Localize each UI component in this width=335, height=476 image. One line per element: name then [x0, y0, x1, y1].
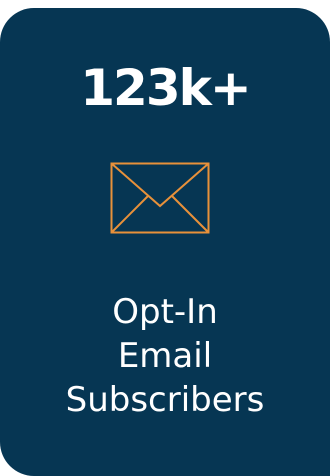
label-line-2: Email [117, 336, 213, 376]
label-line-1: Opt-In [112, 292, 218, 332]
stat-card: 123k+ Opt-In Email Subscribers [0, 8, 330, 476]
subscriber-count: 123k+ [80, 59, 252, 117]
label-line-3: Subscribers [65, 380, 265, 420]
envelope-icon [110, 162, 210, 234]
subscriber-label: Opt-In Email Subscribers [0, 290, 330, 422]
